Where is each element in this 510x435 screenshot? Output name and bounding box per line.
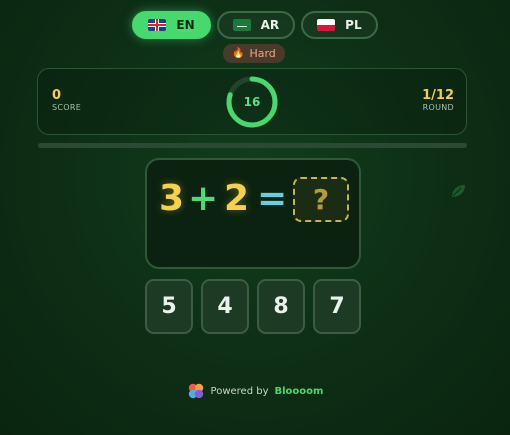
difficulty-badge: 🔥 Hard — [223, 44, 285, 63]
operand-1: 3 — [159, 178, 185, 219]
language-button-en[interactable]: EN — [132, 11, 211, 39]
answer-option[interactable]: 4 — [201, 279, 249, 334]
round-stat: 1/12 ROUND — [422, 88, 454, 113]
equation: 3 + 2 = ? — [147, 174, 359, 224]
answer-option[interactable]: 8 — [257, 279, 305, 334]
poland-flag-icon — [317, 19, 336, 31]
bloooom-logo-icon — [188, 383, 203, 399]
score-value: 0 — [52, 88, 62, 103]
question-card: 3 + 2 = ? — [145, 158, 361, 269]
leaf-decoration-icon — [452, 185, 465, 197]
equals-sign: = — [257, 178, 288, 219]
language-selector: EN AR PL — [0, 11, 510, 39]
answer-options: 5 4 8 7 — [145, 279, 361, 334]
score-panel: 0 SCORE 16 1/12 ROUND — [37, 68, 467, 135]
language-label: PL — [345, 18, 362, 32]
powered-by-footer: Powered by Bloooom — [0, 382, 510, 400]
language-label: AR — [260, 18, 280, 32]
uk-flag-icon — [148, 19, 167, 31]
operand-2: 2 — [224, 178, 250, 219]
operator: + — [188, 178, 219, 219]
countdown-timer: 16 — [225, 75, 279, 129]
round-value: 1/12 — [422, 88, 454, 103]
saudi-flag-icon — [232, 19, 251, 31]
answer-option[interactable]: 5 — [145, 279, 193, 334]
answer-placeholder: ? — [312, 183, 330, 216]
language-label: EN — [176, 18, 195, 32]
difficulty-label: Hard — [249, 47, 276, 60]
language-button-pl[interactable]: PL — [301, 11, 378, 39]
score-stat: 0 SCORE — [52, 88, 82, 113]
score-label: SCORE — [52, 103, 82, 113]
brand-link[interactable]: Bloooom — [275, 386, 324, 397]
round-progress-bar — [38, 143, 467, 148]
powered-by-label: Powered by — [210, 385, 269, 397]
answer-slot: ? — [293, 177, 349, 222]
fire-icon: 🔥 — [232, 48, 245, 59]
timer-value: 16 — [243, 95, 261, 109]
answer-option[interactable]: 7 — [313, 279, 361, 334]
language-button-ar[interactable]: AR — [216, 11, 296, 39]
round-label: ROUND — [422, 103, 454, 113]
